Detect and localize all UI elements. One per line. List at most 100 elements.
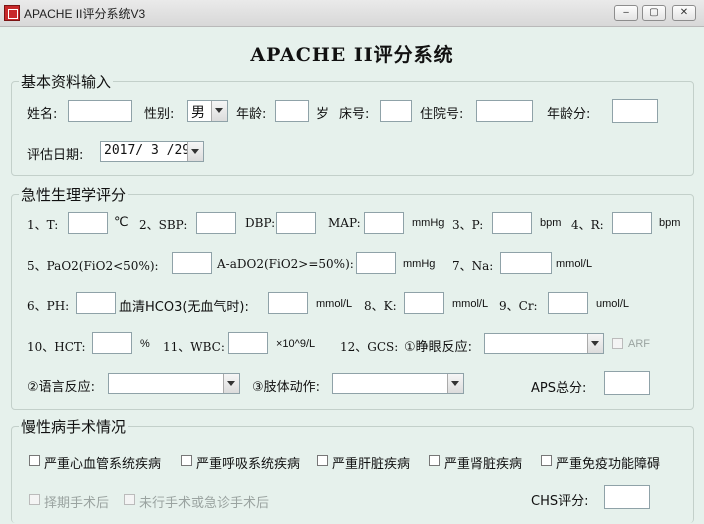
aado2-input[interactable] xyxy=(356,252,396,274)
p-unit: bpm xyxy=(540,217,562,229)
wbc-input[interactable] xyxy=(228,332,268,354)
app-icon xyxy=(4,5,20,21)
acute-legend: 急性生理学评分 xyxy=(19,184,129,205)
chevron-down-icon[interactable] xyxy=(187,142,203,161)
immune-label: 严重免疫功能障碍 xyxy=(556,457,661,472)
na-input[interactable] xyxy=(500,252,552,274)
t-label: 1、T: xyxy=(27,218,59,232)
dbp-input[interactable] xyxy=(276,212,316,234)
ph-label: 6、PH: xyxy=(27,299,70,313)
ph-input[interactable] xyxy=(76,292,116,314)
hco3-unit: mmol/L xyxy=(316,298,353,310)
arf-checkbox[interactable] xyxy=(612,338,623,349)
inpatient-label: 住院号: xyxy=(420,107,464,122)
elective-surgery-label: 择期手术后 xyxy=(44,496,110,511)
basic-info-legend: 基本资料输入 xyxy=(19,71,114,92)
cr-unit: umol/L xyxy=(596,298,630,310)
wbc-unit: ×10^9/L xyxy=(276,338,316,350)
r-label: 4、R: xyxy=(571,218,604,232)
age-unit: 岁 xyxy=(316,107,330,122)
chevron-down-icon[interactable] xyxy=(211,101,227,121)
arf-label: ARF xyxy=(628,338,650,350)
k-unit: mmol/L xyxy=(452,298,489,310)
title-bar: APACHE II评分系统V3 ‒ ▢ ✕ xyxy=(0,0,704,27)
chevron-down-icon[interactable] xyxy=(587,334,603,353)
hct-input[interactable] xyxy=(92,332,132,354)
aps-total-input[interactable] xyxy=(604,371,650,395)
chevron-down-icon[interactable] xyxy=(223,374,239,393)
t-input[interactable] xyxy=(68,212,108,234)
emergency-surgery-label: 未行手术或急诊手术后 xyxy=(139,496,270,511)
minimize-icon: ‒ xyxy=(622,7,630,18)
p-label: 3、P: xyxy=(452,218,484,232)
maximize-button[interactable]: ▢ xyxy=(642,5,666,21)
name-input[interactable] xyxy=(68,100,132,122)
na-unit: mmol/L xyxy=(556,258,593,270)
liver-checkbox[interactable] xyxy=(317,455,328,466)
wbc-label: 11、WBC: xyxy=(163,340,225,354)
date-label: 评估日期: xyxy=(27,148,84,163)
motor-label: ③肢体动作: xyxy=(252,380,321,395)
map-input[interactable] xyxy=(364,212,404,234)
window-title: APACHE II评分系统V3 xyxy=(24,7,146,21)
cardio-checkbox[interactable] xyxy=(29,455,40,466)
date-picker[interactable]: 2017/ 3 /29 xyxy=(100,141,204,162)
emergency-surgery-checkbox[interactable] xyxy=(124,494,135,505)
motor-response-select[interactable] xyxy=(332,373,464,394)
cr-input[interactable] xyxy=(548,292,588,314)
k-input[interactable] xyxy=(404,292,444,314)
r-unit: bpm xyxy=(659,217,681,229)
chs-score-input[interactable] xyxy=(604,485,650,509)
close-icon: ✕ xyxy=(679,7,689,18)
liver-label: 严重肝脏疾病 xyxy=(332,457,411,472)
verbal-response-select[interactable] xyxy=(108,373,240,394)
r-input[interactable] xyxy=(612,212,652,234)
hco3-input[interactable] xyxy=(268,292,308,314)
sbp-input[interactable] xyxy=(196,212,236,234)
age-score-label: 年龄分: xyxy=(547,107,591,122)
bed-input[interactable] xyxy=(380,100,412,122)
age-input[interactable] xyxy=(275,100,309,122)
page-title: APACHE II评分系统 xyxy=(250,44,454,66)
age-label: 年龄: xyxy=(236,107,267,122)
sex-label: 性别: xyxy=(144,107,175,122)
p-input[interactable] xyxy=(492,212,532,234)
verbal-label: ②语言反应: xyxy=(27,380,96,395)
hct-label: 10、HCT: xyxy=(27,340,86,354)
kidney-checkbox[interactable] xyxy=(429,455,440,466)
chevron-down-icon[interactable] xyxy=(447,374,463,393)
name-label: 姓名: xyxy=(27,107,58,122)
eye-response-select[interactable] xyxy=(484,333,604,354)
maximize-icon: ▢ xyxy=(649,7,659,18)
age-score-input[interactable] xyxy=(612,99,658,123)
bed-label: 床号: xyxy=(339,107,370,122)
close-button[interactable]: ✕ xyxy=(672,5,696,21)
minimize-button[interactable]: ‒ xyxy=(614,5,638,21)
immune-checkbox[interactable] xyxy=(541,455,552,466)
chronic-legend: 慢性病手术情况 xyxy=(19,416,129,437)
chronic-group xyxy=(11,426,694,523)
kidney-label: 严重肾脏疾病 xyxy=(444,457,523,472)
hct-unit: % xyxy=(140,338,150,350)
aps-label: APS总分: xyxy=(531,381,587,396)
eye-label: ①睁眼反应: xyxy=(404,340,473,355)
gcs-label: 12、GCS: xyxy=(340,340,399,354)
k-label: 8、K: xyxy=(364,299,397,313)
inpatient-input[interactable] xyxy=(476,100,533,122)
t-unit: ℃ xyxy=(114,215,129,230)
hco3-label: 血清HCO3(无血气时): xyxy=(119,300,249,315)
date-value: 2017/ 3 /29 xyxy=(104,143,191,158)
aado2-label: A-aDO2(FiO2>=50%): xyxy=(217,257,354,271)
elective-surgery-checkbox[interactable] xyxy=(29,494,40,505)
sex-value: 男 xyxy=(191,105,205,121)
map-unit: mmHg xyxy=(412,217,445,229)
respiratory-label: 严重呼吸系统疾病 xyxy=(196,457,301,472)
aado2-unit: mmHg xyxy=(403,258,436,270)
pao2-input[interactable] xyxy=(172,252,212,274)
cardio-label: 严重心血管系统疾病 xyxy=(44,457,162,472)
cr-label: 9、Cr: xyxy=(499,299,538,313)
sex-select[interactable]: 男 xyxy=(187,100,228,122)
chs-label: CHS评分: xyxy=(531,494,589,509)
respiratory-checkbox[interactable] xyxy=(181,455,192,466)
dbp-label: DBP: xyxy=(245,216,276,230)
